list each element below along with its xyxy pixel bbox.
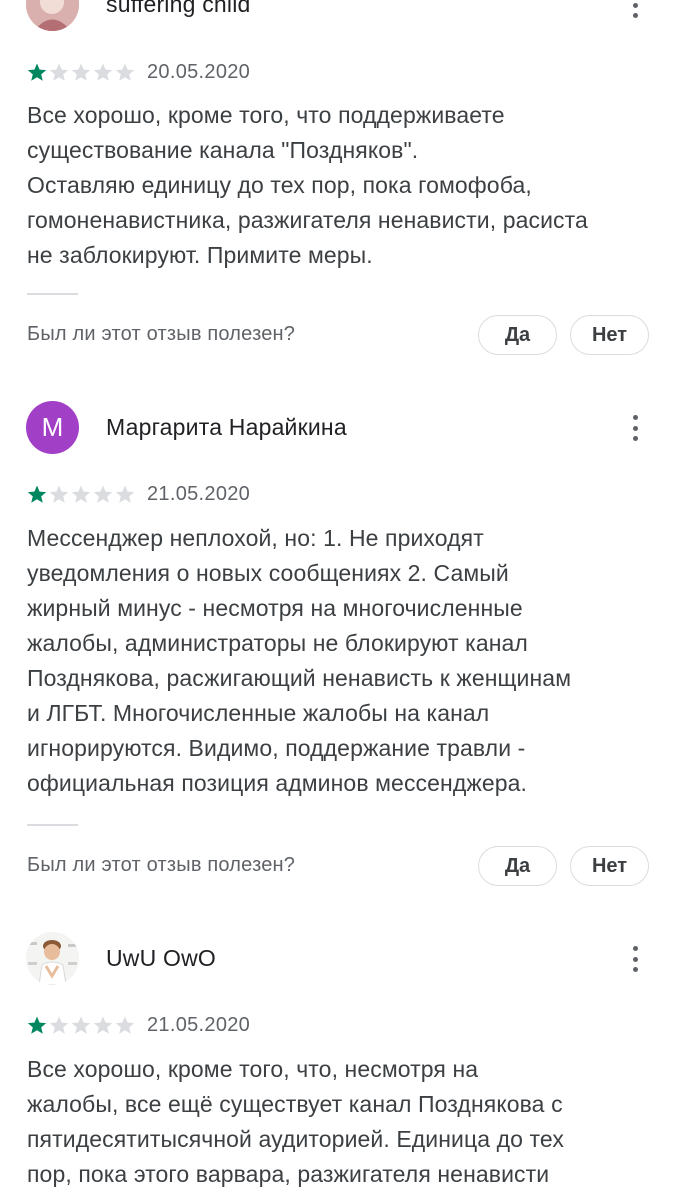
star-empty-icon — [49, 63, 69, 81]
helpful-row: Был ли этот отзыв полезен? Да Нет — [0, 315, 675, 355]
star-empty-icon — [115, 1016, 135, 1034]
star-empty-icon — [71, 63, 91, 81]
star-empty-icon — [71, 485, 91, 503]
review-meta: 21.05.2020 — [26, 1013, 250, 1037]
review-header: М Маргарита Нарайкина — [0, 401, 675, 457]
helpful-row: Был ли этот отзыв полезен? Да Нет — [0, 846, 675, 886]
review-meta: 21.05.2020 — [26, 482, 250, 506]
reviews-page: suffering child 20.05.2020 Все хорошо, к… — [0, 0, 675, 1200]
avatar: М — [26, 401, 79, 454]
review-text-line: официальная позиция админов мессенджера. — [27, 770, 528, 796]
review-text-line: Мессенджер неплохой, но: 1. Не приходят — [27, 525, 484, 551]
more-options-icon[interactable] — [620, 943, 650, 975]
star-empty-icon — [49, 485, 69, 503]
review-author: Маргарита Нарайкина — [106, 414, 347, 440]
review-text-line: жалобы, администраторы не блокируют кана… — [27, 630, 528, 656]
review-text-line: Все хорошо, кроме того, что поддерживает… — [27, 102, 505, 128]
more-options-icon[interactable] — [620, 0, 650, 21]
review-author: UwU OwO — [106, 945, 217, 971]
review-date: 20.05.2020 — [147, 60, 251, 83]
review-meta: 20.05.2020 — [26, 60, 250, 84]
star-filled-icon — [27, 485, 47, 503]
star-empty-icon — [93, 1016, 113, 1034]
review-text-line: гомоненавистника, разжигателя ненависти,… — [27, 207, 588, 233]
helpful-question: Был ли этот отзыв полезен? — [27, 854, 296, 876]
review-text: Все хорошо, кроме того, что поддерживает… — [27, 98, 652, 273]
more-options-icon[interactable] — [620, 412, 650, 444]
helpful-question: Был ли этот отзыв полезен? — [27, 323, 296, 345]
review-header: suffering child — [0, 0, 675, 34]
helpful-no-button[interactable]: Нет — [570, 846, 649, 886]
helpful-yes-button[interactable]: Да — [478, 846, 557, 886]
helpful-no-button[interactable]: Нет — [570, 315, 649, 355]
review-text-line: пятидесятитысячной аудиторией. Единица д… — [27, 1126, 564, 1152]
avatar — [26, 0, 79, 31]
review-text-line: Все хорошо, кроме того, что, несмотря на — [27, 1056, 479, 1082]
review-header: UwU OwO — [0, 932, 675, 988]
review-text-line: игнорируются. Видимо, поддержание травли… — [27, 735, 526, 761]
divider — [27, 293, 78, 295]
review-text-line: существование канала "Поздняков". — [27, 137, 419, 163]
review-text-line: Оставляю единицу до тех пор, пока гомофо… — [27, 172, 532, 198]
review-text-line: уведомления о новых сообщениях 2. Самый — [27, 560, 509, 586]
star-empty-icon — [115, 485, 135, 503]
review-date: 21.05.2020 — [147, 1013, 251, 1036]
star-empty-icon — [93, 485, 113, 503]
star-filled-icon — [27, 1016, 47, 1034]
rating-stars — [26, 484, 136, 504]
star-empty-icon — [49, 1016, 69, 1034]
review-text-line: и ЛГБТ. Многочисленные жалобы на канал — [27, 700, 490, 726]
star-empty-icon — [115, 63, 135, 81]
rating-stars — [26, 1015, 136, 1035]
star-empty-icon — [71, 1016, 91, 1034]
divider — [27, 824, 78, 826]
review-text-line: не заблокируют. Примите меры. — [27, 242, 373, 268]
review-text-line: Позднякова, расжигающий ненависть к женщ… — [27, 665, 572, 691]
review-text: Все хорошо, кроме того, что, несмотря на… — [27, 1052, 652, 1192]
review-text-line: жирный минус - несмотря на многочисленны… — [27, 595, 523, 621]
review-author: suffering child — [106, 0, 251, 17]
review-date: 21.05.2020 — [147, 482, 251, 505]
helpful-yes-button[interactable]: Да — [478, 315, 557, 355]
avatar — [26, 932, 79, 985]
rating-stars — [26, 62, 136, 82]
review-text: Мессенджер неплохой, но: 1. Не приходят у… — [27, 521, 652, 801]
star-filled-icon — [27, 63, 47, 81]
star-empty-icon — [93, 63, 113, 81]
review-text-line: жалобы, все ещё существует канал Поздняк… — [27, 1091, 563, 1117]
review-text-line: пор, пока этого варвара, разжигателя нен… — [27, 1161, 550, 1187]
